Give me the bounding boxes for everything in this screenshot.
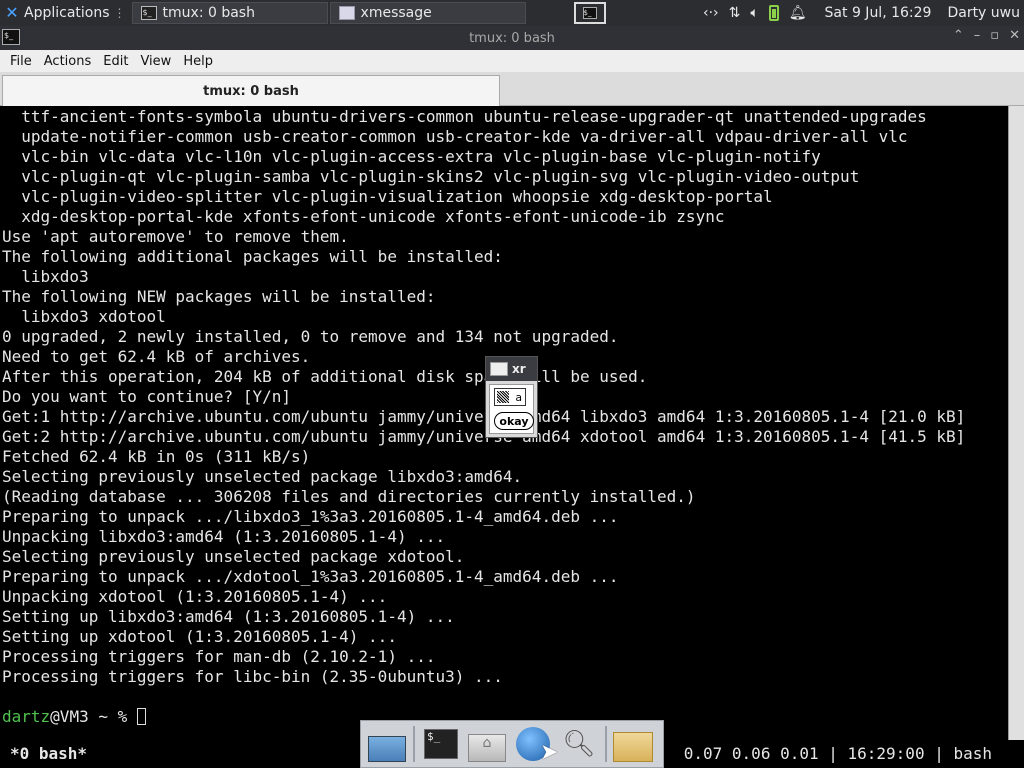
xfce-logo-icon: ✕ <box>5 3 19 22</box>
taskbar-item-tmux[interactable]: $_ tmux: 0 bash <box>131 2 328 24</box>
terminal-icon: $_ <box>582 7 597 19</box>
top-panel: ✕ Applications ⋮ $_ tmux: 0 bash xmessag… <box>0 0 1024 26</box>
menu-bar: File Actions Edit View Help <box>0 50 1024 72</box>
terminal-line: Setting up xdotool (1:3.20160805.1-4) ..… <box>2 627 397 646</box>
terminal-line: The following NEW packages will be insta… <box>2 287 436 306</box>
terminal-icon: $_ <box>140 6 157 20</box>
menu-help[interactable]: Help <box>177 54 219 69</box>
terminal-line: vlc-plugin-video-splitter vlc-plugin-vis… <box>2 187 773 206</box>
terminal-line: 0 upgraded, 2 newly installed, 0 to remo… <box>2 327 619 346</box>
terminal-line: (Reading database ... 306208 files and d… <box>2 487 696 506</box>
terminal-line: Unpacking xdotool (1:3.20160805.1-4) ... <box>2 587 388 606</box>
shade-icon[interactable]: ⌃ <box>953 28 964 43</box>
dock: $_ ⌂ 🔍︎ <box>360 720 664 768</box>
terminal-line: libxdo3 xdotool <box>2 307 166 326</box>
terminal-line: vlc-plugin-qt vlc-plugin-samba vlc-plugi… <box>2 167 860 186</box>
dock-terminal[interactable]: $_ <box>421 724 461 764</box>
taskbar-item-label: xmessage <box>360 5 432 21</box>
terminal-app-icon[interactable]: $_ <box>2 29 20 45</box>
terminal-line: Preparing to unpack .../libxdo3_1%3a3.20… <box>2 507 619 526</box>
maximize-icon[interactable]: ▫ <box>990 28 999 43</box>
taskbar-item-xmessage[interactable]: xmessage <box>329 2 526 24</box>
window-icon <box>490 362 508 376</box>
terminal-line: Use 'apt autoremove' to remove them. <box>2 227 349 246</box>
terminal-scrollbar[interactable] <box>1008 106 1024 740</box>
terminal-line: xdg-desktop-portal-kde xfonts-efont-unic… <box>2 207 725 226</box>
xmessage-title: xr <box>512 362 526 376</box>
xmessage-window[interactable]: xr a okay <box>485 356 538 438</box>
terminal-line: ttf-ancient-fonts-symbola ubuntu-drivers… <box>2 107 927 126</box>
dock-show-desktop[interactable] <box>367 724 407 764</box>
magnifier-icon: 🔍︎ <box>562 729 596 759</box>
dock-home-folder[interactable]: ⌂ <box>467 724 507 764</box>
tmux-window-list[interactable]: *0 bash* <box>10 740 87 768</box>
text-cursor <box>136 708 146 725</box>
terminal-line: update-notifier-common usb-creator-commo… <box>2 127 908 146</box>
tmux-status-right: 0.07 0.06 0.01 | 16:29:00 | bash <box>683 744 992 763</box>
terminal-line: Processing triggers for libc-bin (2.35-0… <box>2 667 503 686</box>
window-title-bar[interactable]: $_ tmux: 0 bash ⌃ – ▫ ✕ <box>0 26 1024 50</box>
mouse-pointer-icon: ➤ <box>540 740 559 765</box>
system-tray: ‹·› ⇅ 🔈︎ 🔔︎ Sat 9 Jul, 16:29 Darty uwu <box>703 0 1024 26</box>
terminal-line: Selecting previously unselected package … <box>2 547 465 566</box>
dock-folder[interactable] <box>613 724 653 764</box>
menu-actions[interactable]: Actions <box>38 54 98 69</box>
menu-edit[interactable]: Edit <box>97 54 134 69</box>
taskbar-item-label: tmux: 0 bash <box>162 5 255 21</box>
prompt-host: @VM3 ~ % <box>50 707 137 726</box>
terminal-line: Setting up libxdo3:amd64 (1:3.20160805.1… <box>2 607 455 626</box>
terminal-line: vlc-bin vlc-data vlc-l10n vlc-plugin-acc… <box>2 147 821 166</box>
xmessage-text: a <box>494 388 526 406</box>
terminal-line: Preparing to unpack .../xdotool_1%3a3.20… <box>2 567 619 586</box>
volume-icon[interactable]: 🔈︎ <box>750 5 758 21</box>
window-icon <box>338 6 355 20</box>
desktop-icon <box>368 736 406 762</box>
dock-app-finder[interactable]: 🔍︎ <box>559 724 599 764</box>
applications-label: Applications <box>24 5 110 21</box>
terminal-line: libxdo3 <box>2 267 89 286</box>
terminal-line: Processing triggers for man-db (2.10.2-1… <box>2 647 436 666</box>
terminal-line: Unpacking libxdo3:amd64 (1:3.20160805.1-… <box>2 527 446 546</box>
notification-bell-icon[interactable]: 🔔︎ <box>789 5 807 21</box>
dock-separator <box>605 726 607 762</box>
tab-tmux[interactable]: tmux: 0 bash <box>2 75 500 106</box>
clock[interactable]: Sat 9 Jul, 16:29 <box>825 5 932 21</box>
terminal-line: Fetched 62.4 kB in 0s (311 kB/s) <box>2 447 311 466</box>
code-icon[interactable]: ‹·› <box>703 5 719 21</box>
xmessage-body: a okay <box>489 384 534 434</box>
applications-menu[interactable]: ✕ Applications ⋮ <box>0 0 130 26</box>
okay-button[interactable]: okay <box>494 412 534 430</box>
home-folder-icon: ⌂ <box>468 734 506 762</box>
workspace-switcher[interactable]: $_ <box>573 2 606 24</box>
menu-file[interactable]: File <box>4 54 38 69</box>
user-name[interactable]: Darty uwu <box>947 5 1020 21</box>
terminal-line: Selecting previously unselected package … <box>2 467 523 486</box>
terminal-line: The following additional packages will b… <box>2 247 503 266</box>
close-icon[interactable]: ✕ <box>1009 28 1020 43</box>
tab-bar: tmux: 0 bash <box>0 72 1024 106</box>
xmessage-text-label: a <box>515 390 522 404</box>
minimize-icon[interactable]: – <box>974 28 981 43</box>
menu-handle-icon: ⋮ <box>113 6 126 20</box>
folder-icon <box>613 732 653 762</box>
prompt-user: dartz <box>2 707 51 726</box>
xmessage-title-bar[interactable]: xr <box>486 357 537 381</box>
network-arrows-icon[interactable]: ⇅ <box>729 5 741 21</box>
tab-label: tmux: 0 bash <box>203 83 299 99</box>
battery-icon[interactable] <box>768 5 779 21</box>
window-controls: ⌃ – ▫ ✕ <box>953 28 1020 43</box>
window-title: tmux: 0 bash <box>469 30 555 46</box>
dock-separator <box>413 726 415 762</box>
terminal-icon: $_ <box>424 729 458 759</box>
menu-view[interactable]: View <box>134 54 177 69</box>
